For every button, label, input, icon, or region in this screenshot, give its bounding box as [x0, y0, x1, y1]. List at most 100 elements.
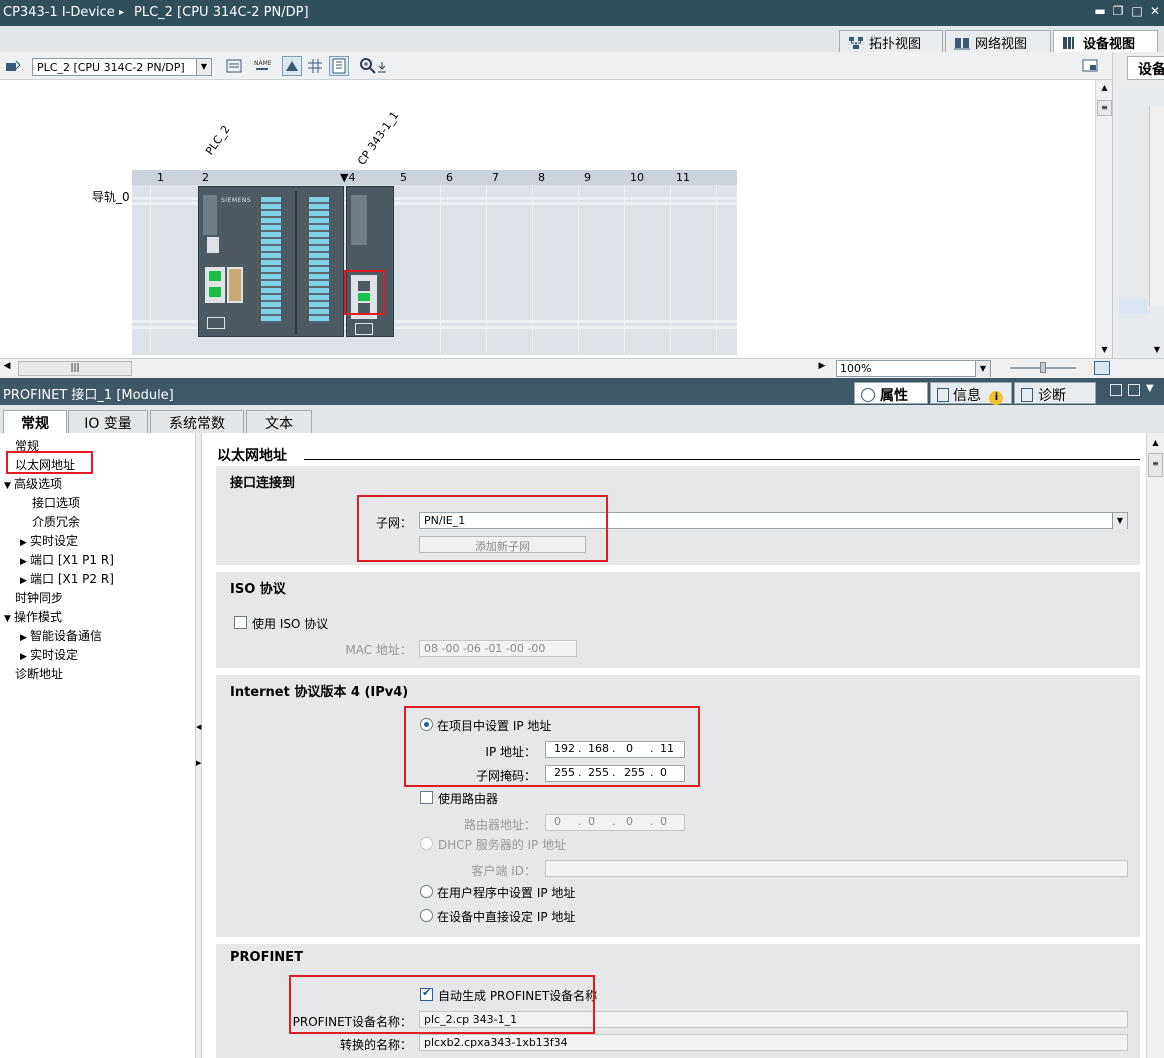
expand-down-icon[interactable]: ▼: [4, 481, 14, 491]
nav-item-port-p1[interactable]: ▶ 端口 [X1 P1 R]: [20, 551, 114, 568]
property-tabs: 常规 IO 变量 系统常数 文本: [0, 405, 1164, 433]
set-ip-on-device-radio[interactable]: [420, 909, 433, 922]
auto-name-checkbox[interactable]: [420, 986, 433, 1001]
nav-item-general[interactable]: 常规: [15, 437, 39, 454]
cp-label: CP 343-1_1: [355, 108, 402, 168]
ethernet-port-icon: [209, 287, 221, 297]
tab-device-view[interactable]: 设备视图: [1053, 30, 1158, 52]
chevron-down-icon[interactable]: ▼: [1112, 513, 1127, 529]
use-router-checkbox[interactable]: [420, 791, 433, 804]
expand-down-icon[interactable]: ▼: [4, 614, 14, 624]
slot-number: 6: [446, 171, 453, 184]
nav-item-diagnostic-address[interactable]: 诊断地址: [15, 665, 63, 682]
canvas-horizontal-scrollbar[interactable]: ◀ ||| ▶: [0, 360, 832, 377]
expand-right-icon[interactable]: ▶: [20, 557, 30, 567]
add-subnet-button[interactable]: 添加新子网: [419, 536, 586, 553]
device-properties-icon[interactable]: [3, 56, 23, 76]
nav-item-ethernet-address[interactable]: 以太网地址: [15, 456, 75, 473]
collapse-panel-icon[interactable]: ▼: [1146, 383, 1154, 394]
float-panel-icon[interactable]: [1110, 384, 1122, 396]
show-pages-icon[interactable]: [282, 56, 302, 76]
expand-right-icon[interactable]: ▶: [20, 652, 30, 662]
expand-right-icon[interactable]: ▶: [20, 576, 30, 586]
tab-device-data[interactable]: 设备: [1127, 56, 1164, 80]
device-select[interactable]: PLC_2 [CPU 314C-2 PN/DP] ▼: [32, 58, 212, 76]
set-ip-user-program-radio[interactable]: [420, 885, 433, 898]
led-panel: [203, 195, 217, 235]
minimize-icon[interactable]: ▬: [1093, 4, 1107, 20]
nav-item-operating-mode[interactable]: ▼ 操作模式: [4, 608, 62, 625]
content-title: 以太网地址: [217, 448, 287, 464]
ethernet-port-icon: [358, 281, 370, 291]
nav-item-clock-sync[interactable]: 时钟同步: [15, 589, 63, 606]
chevron-down-icon[interactable]: ▼: [975, 361, 990, 377]
mask-octet: 255: [624, 766, 645, 779]
tab-diagnostics[interactable]: 诊断: [1014, 382, 1096, 404]
expand-right-icon[interactable]: ▶: [20, 538, 30, 548]
tab-info[interactable]: 信息 i: [930, 382, 1012, 405]
module-labels-icon[interactable]: [224, 56, 244, 76]
overview-scrollbar[interactable]: [1149, 106, 1164, 306]
ip-address-field[interactable]: 192 . 168 . 0 . 11: [545, 741, 685, 758]
chevron-down-icon[interactable]: ▼: [1097, 342, 1112, 357]
zoom-select[interactable]: 100% ▼: [836, 360, 991, 377]
content-vertical-scrollbar[interactable]: ▲ ≡: [1146, 433, 1164, 1058]
nav-item-realtime-settings[interactable]: ▶ 实时设定: [20, 532, 78, 549]
canvas-vertical-scrollbar[interactable]: ▲ ≡ ▼: [1095, 80, 1112, 358]
scroll-thumb[interactable]: |||: [18, 361, 132, 376]
cpu-module[interactable]: SIEMENS: [198, 186, 344, 337]
chevron-left-icon[interactable]: ◀: [196, 723, 201, 731]
nav-item-media-redundancy[interactable]: 介质冗余: [32, 513, 80, 530]
chevron-left-icon[interactable]: ◀: [0, 361, 14, 376]
chevron-right-icon[interactable]: ▶: [815, 361, 829, 376]
mac-label: MAC 地址：: [345, 643, 412, 657]
info-tab-icon: [937, 388, 949, 402]
device-title: PLC_2 [CPU 314C-2 PN/DP]: [134, 5, 309, 20]
tab-texts[interactable]: 文本: [246, 410, 312, 433]
nav-item-interface-options[interactable]: 接口选项: [32, 494, 80, 511]
nav-item-port-p2[interactable]: ▶ 端口 [X1 P2 R]: [20, 570, 114, 587]
subnet-select[interactable]: PN/IE_1 ▼: [419, 512, 1128, 529]
chevron-up-icon[interactable]: ▲: [1097, 80, 1112, 95]
scroll-thumb[interactable]: ≡: [1097, 100, 1112, 116]
zoom-slider-handle[interactable]: [1040, 362, 1046, 373]
device-canvas[interactable]: PLC_2 CP 343-1_1 导轨_0 1 2 ▼4 5 6 7 8 9 1…: [0, 80, 1095, 358]
zoom-icon[interactable]: [358, 56, 378, 76]
use-iso-checkbox[interactable]: [234, 616, 247, 629]
maximize-icon[interactable]: □: [1130, 4, 1144, 20]
overview-icon[interactable]: [329, 56, 349, 76]
nav-item-i-device-comm[interactable]: ▶ 智能设备通信: [20, 627, 102, 644]
tab-network-view[interactable]: 网络视图: [945, 30, 1051, 52]
fit-view-icon[interactable]: [1094, 361, 1110, 375]
tab-topology-view[interactable]: 拓扑视图: [839, 30, 943, 52]
tab-properties[interactable]: 属性: [854, 382, 928, 404]
router-octet: 0: [554, 815, 561, 828]
cp-343-1-module[interactable]: [346, 186, 394, 337]
panel-toggle-icon[interactable]: [1080, 56, 1100, 76]
slot-divider: [440, 185, 441, 355]
set-ip-in-project-radio[interactable]: [420, 718, 433, 731]
nav-label: 接口选项: [32, 496, 81, 510]
grid-icon[interactable]: [305, 56, 325, 76]
converted-name-field: plcxb2.cpxa343-1xb13f34: [419, 1034, 1128, 1051]
tab-system-constants[interactable]: 系统常数: [150, 410, 244, 433]
panel-layout-icon[interactable]: [1128, 384, 1140, 396]
nav-item-advanced-options[interactable]: ▼ 高级选项: [4, 475, 62, 492]
chevron-down-icon[interactable]: ▼: [196, 59, 211, 75]
nav-item-realtime-settings-2[interactable]: ▶ 实时设定: [20, 646, 78, 663]
scroll-thumb[interactable]: ≡: [1148, 453, 1163, 477]
subnet-mask-field[interactable]: 255 . 255 . 255 . 0: [545, 765, 685, 782]
close-icon[interactable]: ✕: [1148, 4, 1162, 20]
download-arrow-icon[interactable]: [376, 56, 388, 76]
tab-io-tags[interactable]: IO 变量: [68, 410, 148, 433]
chevron-down-icon[interactable]: ▼: [1149, 342, 1164, 357]
io-terminal-strip: [309, 197, 329, 323]
device-name-field[interactable]: plc_2.cp 343-1_1: [419, 1011, 1128, 1028]
expand-right-icon[interactable]: ▶: [20, 633, 30, 643]
chevron-right-icon[interactable]: ▶: [196, 759, 201, 767]
rack-rail[interactable]: 1 2 ▼4 5 6 7 8 9 10 11 SIEMENS: [132, 170, 737, 355]
tab-general[interactable]: 常规: [3, 410, 67, 433]
chevron-up-icon[interactable]: ▲: [1148, 435, 1163, 450]
name-icon[interactable]: NAME: [252, 56, 272, 76]
restore-icon[interactable]: ❐: [1111, 4, 1125, 20]
